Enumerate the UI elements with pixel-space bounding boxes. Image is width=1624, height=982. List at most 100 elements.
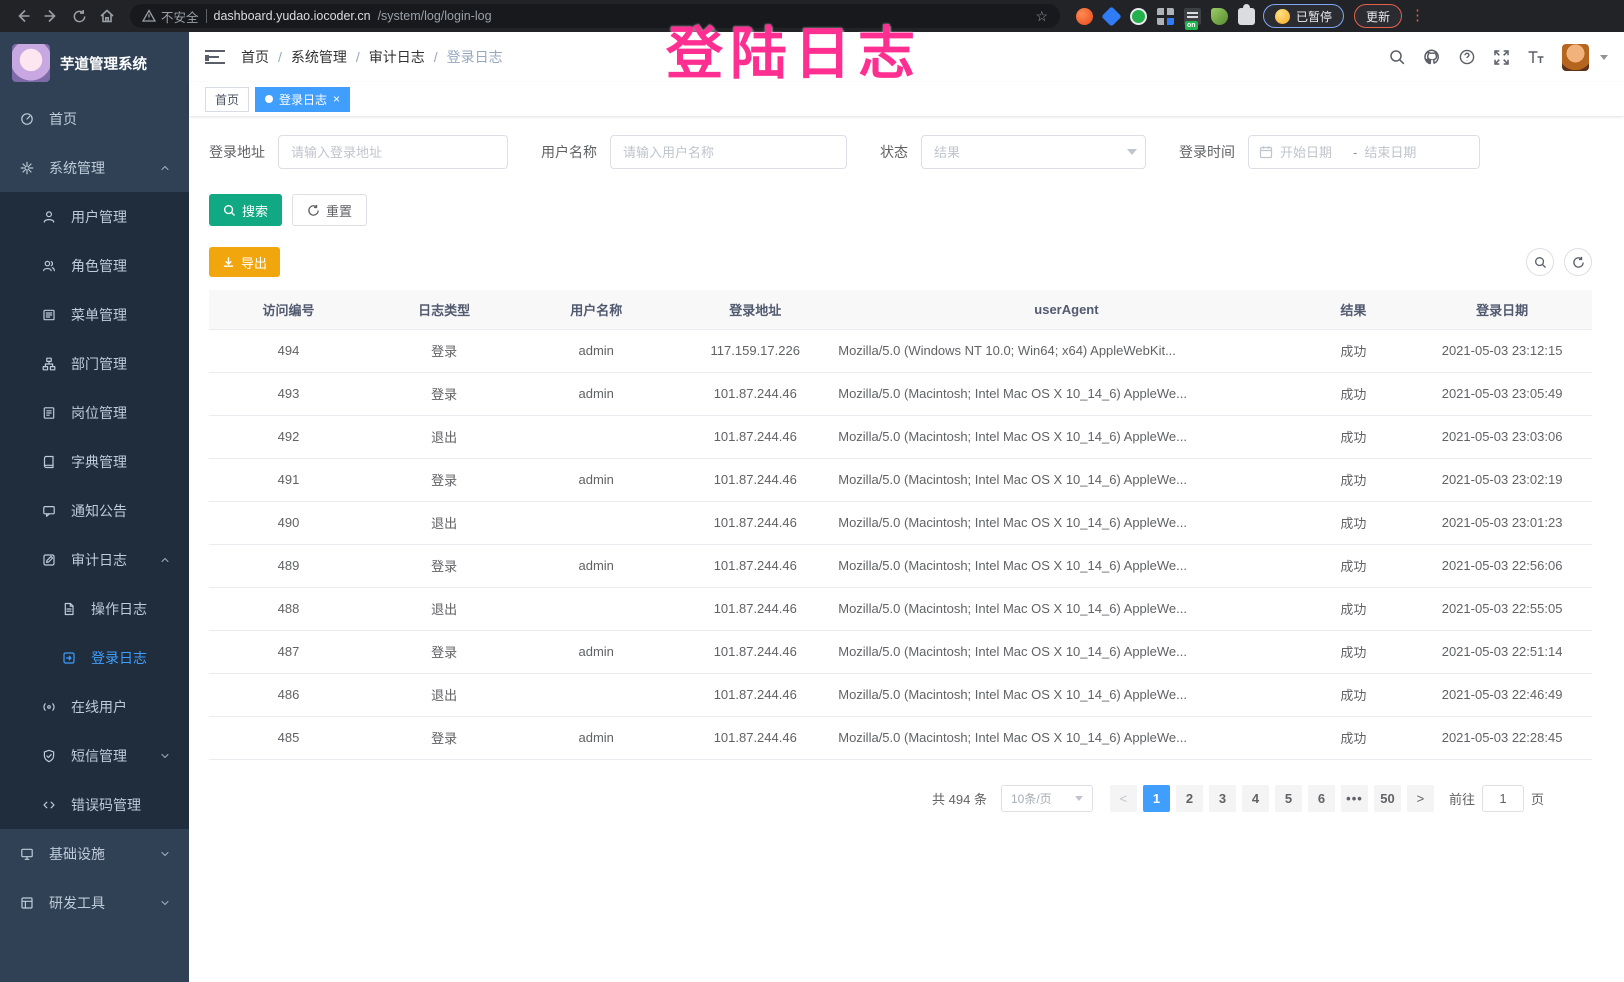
login-address-input[interactable] (278, 135, 508, 169)
sidebar-item-字典管理[interactable]: 字典管理 (0, 437, 189, 486)
sidebar-item-系统管理[interactable]: 系统管理 (0, 143, 189, 192)
extension-diamond-icon[interactable] (1101, 6, 1121, 26)
browser-home-icon[interactable] (94, 3, 120, 29)
table-row-493[interactable]: 493登录admin101.87.244.46Mozilla/5.0 (Maci… (209, 372, 1592, 415)
github-icon[interactable] (1423, 48, 1441, 66)
audit-icon (42, 553, 56, 567)
sidebar-item-研发工具[interactable]: 研发工具 (0, 878, 189, 927)
table-header: 访问编号日志类型用户名称登录地址userAgent结果登录日期 (209, 290, 1592, 329)
next-page-button[interactable]: > (1407, 785, 1434, 812)
browser-reload-icon[interactable] (66, 3, 92, 29)
tag-active-dot (265, 95, 273, 103)
more-pages-button[interactable]: ••• (1341, 785, 1368, 812)
end-date-input[interactable] (1364, 145, 1430, 160)
breadcrumb-item-审计日志[interactable]: 审计日志 (369, 47, 425, 67)
security-warning[interactable]: 不安全 (142, 7, 199, 26)
goto-page-input[interactable] (1482, 785, 1524, 812)
sidebar-item-label: 岗位管理 (71, 403, 127, 423)
table-row-485[interactable]: 485登录admin101.87.244.46Mozilla/5.0 (Maci… (209, 716, 1592, 759)
filter-actions: 搜索 重置 (209, 194, 1592, 226)
page-button-50[interactable]: 50 (1374, 785, 1401, 812)
column-header-用户名称: 用户名称 (520, 290, 672, 329)
breadcrumb-item-系统管理[interactable]: 系统管理 (291, 47, 347, 67)
sidebar-item-部门管理[interactable]: 部门管理 (0, 339, 189, 388)
tag-close-icon[interactable]: × (333, 92, 340, 106)
extension-grid-icon[interactable] (1157, 8, 1174, 25)
search-button[interactable]: 搜索 (209, 194, 282, 226)
table-row-486[interactable]: 486退出101.87.244.46Mozilla/5.0 (Macintosh… (209, 673, 1592, 716)
page-button-2[interactable]: 2 (1176, 785, 1203, 812)
page-size-value: 10条/页 (1011, 790, 1052, 807)
address-bar[interactable]: 不安全 dashboard.yudao.iocoder.cn/system/lo… (130, 4, 1060, 28)
extension-list-icon[interactable]: on (1184, 8, 1201, 25)
bookmark-star-icon[interactable]: ☆ (1035, 8, 1048, 25)
sidebar-item-在线用户[interactable]: 在线用户 (0, 682, 189, 731)
tag-login-log-label: 登录日志 (279, 91, 327, 108)
extension-row: on (1076, 8, 1255, 25)
sidebar-item-操作日志[interactable]: 操作日志 (0, 584, 189, 633)
extensions-puzzle-icon[interactable] (1238, 8, 1255, 25)
status-select[interactable] (921, 135, 1146, 169)
sidebar-item-审计日志[interactable]: 审计日志 (0, 535, 189, 584)
status-select-input[interactable] (921, 135, 1146, 169)
page-unit-label: 页 (1531, 789, 1544, 808)
search-icon[interactable] (1389, 49, 1406, 66)
export-button[interactable]: 导出 (209, 247, 280, 277)
cell-result: 成功 (1295, 372, 1413, 415)
paused-pill[interactable]: 已暂停 (1263, 4, 1344, 28)
date-range-picker[interactable]: - (1248, 135, 1480, 169)
avatar-caret-icon[interactable] (1600, 55, 1608, 60)
hide-search-button[interactable] (1526, 248, 1554, 276)
sidebar-item-角色管理[interactable]: 角色管理 (0, 241, 189, 290)
help-icon[interactable] (1458, 48, 1476, 66)
sidebar-item-登录日志[interactable]: 登录日志 (0, 633, 189, 682)
cell-date: 2021-05-03 22:28:45 (1412, 716, 1592, 759)
table-row-489[interactable]: 489登录admin101.87.244.46Mozilla/5.0 (Maci… (209, 544, 1592, 587)
reset-button[interactable]: 重置 (292, 194, 367, 226)
username-input[interactable] (610, 135, 847, 169)
table-row-487[interactable]: 487登录admin101.87.244.46Mozilla/5.0 (Maci… (209, 630, 1592, 673)
sidebar-item-菜单管理[interactable]: 菜单管理 (0, 290, 189, 339)
cell-ip: 101.87.244.46 (672, 372, 838, 415)
table-row-488[interactable]: 488退出101.87.244.46Mozilla/5.0 (Macintosh… (209, 587, 1592, 630)
sidebar-item-首页[interactable]: 首页 (0, 94, 189, 143)
page-size-select[interactable]: 10条/页 (1001, 785, 1093, 812)
app-logo-row[interactable]: 芋道管理系统 (0, 32, 189, 94)
table-row-492[interactable]: 492退出101.87.244.46Mozilla/5.0 (Macintosh… (209, 415, 1592, 458)
sidebar-item-通知公告[interactable]: 通知公告 (0, 486, 189, 535)
start-date-input[interactable] (1280, 145, 1346, 160)
page-button-5[interactable]: 5 (1275, 785, 1302, 812)
sidebar-item-岗位管理[interactable]: 岗位管理 (0, 388, 189, 437)
extension-green-icon[interactable] (1130, 8, 1147, 25)
page-button-6[interactable]: 6 (1308, 785, 1335, 812)
font-size-icon[interactable] (1527, 49, 1545, 65)
cell-agent: Mozilla/5.0 (Macintosh; Intel Mac OS X 1… (838, 716, 1294, 759)
sidebar-item-label: 角色管理 (71, 256, 127, 276)
sidebar-item-基础设施[interactable]: 基础设施 (0, 829, 189, 878)
sidebar-item-短信管理[interactable]: 短信管理 (0, 731, 189, 780)
sidebar-item-用户管理[interactable]: 用户管理 (0, 192, 189, 241)
table-row-491[interactable]: 491登录admin101.87.244.46Mozilla/5.0 (Maci… (209, 458, 1592, 501)
browser-back-icon[interactable] (10, 3, 36, 29)
breadcrumb-item-首页[interactable]: 首页 (241, 47, 269, 67)
cell-agent: Mozilla/5.0 (Macintosh; Intel Mac OS X 1… (838, 501, 1294, 544)
prev-page-button[interactable]: < (1110, 785, 1137, 812)
update-button[interactable]: 更新 (1354, 4, 1402, 28)
tag-home[interactable]: 首页 (205, 87, 249, 112)
user-avatar[interactable] (1562, 44, 1589, 71)
sidebar-item-错误码管理[interactable]: 错误码管理 (0, 780, 189, 829)
breadcrumb-separator: / (278, 49, 282, 65)
browser-forward-icon[interactable] (38, 3, 64, 29)
page-button-1[interactable]: 1 (1143, 785, 1170, 812)
table-row-494[interactable]: 494登录admin117.159.17.226Mozilla/5.0 (Win… (209, 329, 1592, 372)
sidebar-collapse-icon[interactable] (205, 49, 225, 65)
browser-menu-icon[interactable]: ⋮ (1410, 11, 1425, 21)
extension-leaf-icon[interactable] (1211, 8, 1228, 25)
page-button-4[interactable]: 4 (1242, 785, 1269, 812)
page-button-3[interactable]: 3 (1209, 785, 1236, 812)
refresh-table-button[interactable] (1564, 248, 1592, 276)
tag-login-log[interactable]: 登录日志 × (255, 87, 350, 112)
table-row-490[interactable]: 490退出101.87.244.46Mozilla/5.0 (Macintosh… (209, 501, 1592, 544)
extension-orange-icon[interactable] (1076, 8, 1093, 25)
fullscreen-icon[interactable] (1493, 49, 1510, 66)
